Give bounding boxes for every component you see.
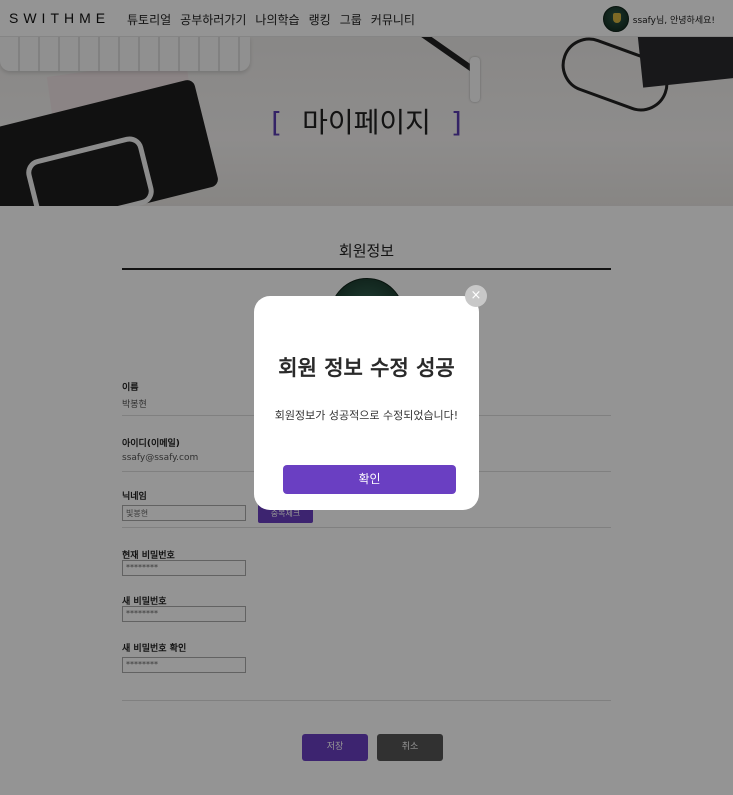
close-icon[interactable]: × (465, 285, 487, 307)
dialog-title: 회원 정보 수정 성공 (278, 356, 455, 380)
confirm-button[interactable]: 확인 (283, 465, 456, 494)
success-dialog: 회원 정보 수정 성공 회원정보가 성공적으로 수정되었습니다! 확인 (254, 296, 479, 510)
dialog-message: 회원정보가 성공적으로 수정되었습니다! (274, 409, 459, 422)
